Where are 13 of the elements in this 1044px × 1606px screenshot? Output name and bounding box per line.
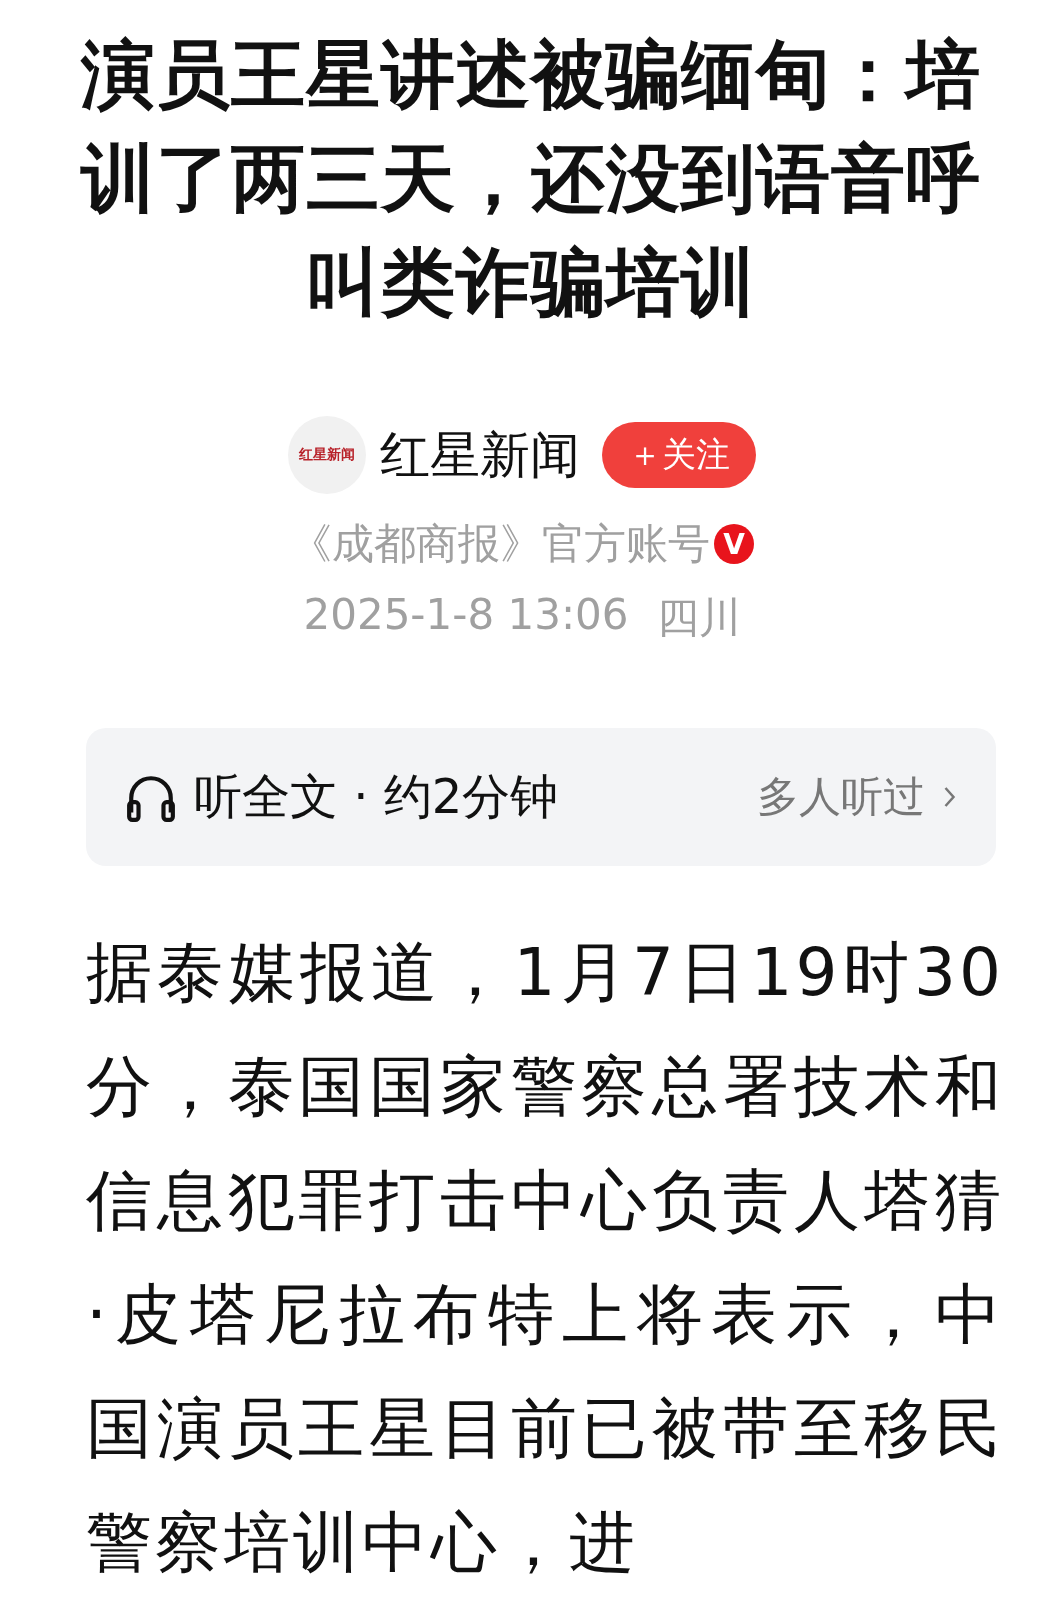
- listeners-link[interactable]: 多人听过: [757, 769, 925, 825]
- listen-label: 听全文 · 约2分钟: [194, 767, 560, 826]
- article-title: 演员王星讲述被骗缅甸：培训了两三天，还没到语音呼叫类诈骗培训: [79, 30, 982, 327]
- publish-time: 2025-1-8 13:06: [303, 590, 629, 641]
- publisher-logo[interactable]: 红星新闻: [288, 416, 366, 494]
- article-paragraph: 据泰媒报道，1月7日19时30分，泰国国家警察总署技术和信息犯罪打击中心负责人塔猜·皮塔尼拉布特上将表示，中国演员王星目前已被带至移民警察培训中心，进: [86, 933, 1004, 1583]
- follow-button[interactable]: ＋关注: [602, 422, 756, 488]
- verified-badge: V: [714, 524, 754, 564]
- chevron-right-icon: [943, 786, 956, 808]
- listen-bar[interactable]: 听全文 · 约2分钟 多人听过: [86, 728, 996, 866]
- publisher-name[interactable]: 红星新闻: [380, 421, 580, 489]
- location-label: 四川: [656, 592, 741, 644]
- account-label: 《成都商报》官方账号: [290, 518, 710, 570]
